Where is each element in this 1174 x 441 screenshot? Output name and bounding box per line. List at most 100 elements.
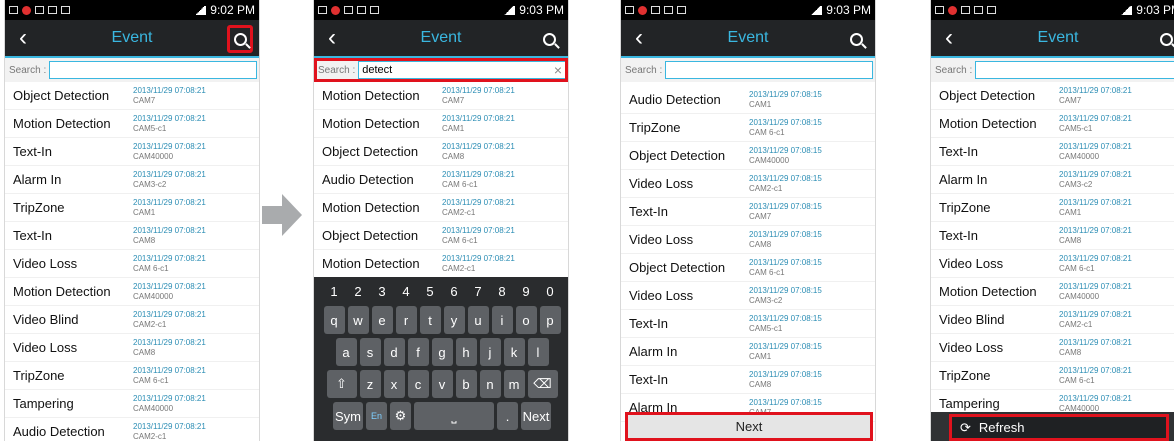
- event-row[interactable]: Video Loss 2013/11/29 07:08:21 CAM 6-c1: [931, 250, 1174, 278]
- search-input[interactable]: [358, 61, 568, 79]
- event-row[interactable]: Motion Detection 2013/11/29 07:08:21 CAM5-…: [5, 110, 259, 138]
- sym-key[interactable]: Sym: [333, 402, 363, 430]
- back-icon[interactable]: ‹: [11, 24, 35, 52]
- event-row[interactable]: Audio Detection 2013/11/29 07:08:21 CAM2-c…: [5, 418, 259, 441]
- key-4[interactable]: 4: [396, 280, 417, 302]
- period-key[interactable]: .: [497, 402, 518, 430]
- key-z[interactable]: z: [359, 370, 381, 398]
- event-row[interactable]: Motion Detection 2013/11/29 07:08:21 CAM1: [314, 110, 568, 138]
- key-u[interactable]: u: [467, 306, 489, 334]
- key-s[interactable]: s: [359, 338, 381, 366]
- shift-key[interactable]: ⇧: [326, 370, 357, 398]
- event-row[interactable]: Motion Detection 2013/11/29 07:08:21 CAM40…: [5, 278, 259, 306]
- event-row[interactable]: Object Detection 2013/11/29 07:08:21 CAM8: [314, 138, 568, 166]
- event-row[interactable]: Object Detection 2013/11/29 07:08:15 CAM 6…: [621, 254, 875, 282]
- key-y[interactable]: y: [443, 306, 465, 334]
- key-2[interactable]: 2: [348, 280, 369, 302]
- key-f[interactable]: f: [407, 338, 429, 366]
- event-row[interactable]: TripZone 2013/11/29 07:08:21 CAM1: [931, 194, 1174, 222]
- next-button[interactable]: Next: [625, 412, 873, 441]
- backspace-key[interactable]: ⌫: [527, 370, 558, 398]
- event-row[interactable]: Text-In 2013/11/29 07:08:21 CAM40000: [931, 138, 1174, 166]
- event-row[interactable]: Alarm In 2013/11/29 07:08:15 CAM1: [621, 338, 875, 366]
- key-e[interactable]: e: [371, 306, 393, 334]
- key-c[interactable]: c: [407, 370, 429, 398]
- event-row[interactable]: Alarm In 2013/11/29 07:08:21 CAM3-c2: [931, 166, 1174, 194]
- key-o[interactable]: o: [515, 306, 537, 334]
- key-1[interactable]: 1: [324, 280, 345, 302]
- search-input[interactable]: [49, 61, 257, 79]
- key-3[interactable]: 3: [372, 280, 393, 302]
- event-row[interactable]: Text-In 2013/11/29 07:08:15 CAM5-c1: [621, 310, 875, 338]
- search-button[interactable]: [1153, 25, 1174, 53]
- search-input[interactable]: [975, 61, 1174, 79]
- key-m[interactable]: m: [503, 370, 525, 398]
- key-9[interactable]: 9: [516, 280, 537, 302]
- event-row[interactable]: Motion Detection 2013/11/29 07:08:21 CAM40…: [931, 278, 1174, 306]
- next-key[interactable]: Next: [521, 402, 551, 430]
- event-row[interactable]: Video Loss 2013/11/29 07:08:21 CAM8: [931, 334, 1174, 362]
- search-button[interactable]: [227, 25, 253, 53]
- event-row[interactable]: Video Loss 2013/11/29 07:08:15 CAM3-c2: [621, 282, 875, 310]
- event-row[interactable]: Video Loss 2013/11/29 07:08:21 CAM 6-c1: [5, 250, 259, 278]
- search-button[interactable]: [536, 25, 562, 53]
- event-row[interactable]: Object Detection 2013/11/29 07:08:15 CAM40…: [621, 142, 875, 170]
- event-row[interactable]: Text-In 2013/11/29 07:08:15 CAM7: [621, 198, 875, 226]
- event-row[interactable]: Text-In 2013/11/29 07:08:21 CAM40000: [5, 138, 259, 166]
- key-h[interactable]: h: [455, 338, 477, 366]
- key-l[interactable]: l: [527, 338, 549, 366]
- language-key[interactable]: En: [366, 402, 387, 430]
- event-row[interactable]: Video Loss 2013/11/29 07:08:21 CAM8: [5, 334, 259, 362]
- event-row[interactable]: Audio Detection 2013/11/29 07:08:15 CAM1: [621, 86, 875, 114]
- key-x[interactable]: x: [383, 370, 405, 398]
- key-0[interactable]: 0: [540, 280, 561, 302]
- event-row[interactable]: Object Detection 2013/11/29 07:08:21 CAM 6…: [314, 222, 568, 250]
- event-row[interactable]: Text-In 2013/11/29 07:08:21 CAM8: [5, 222, 259, 250]
- key-j[interactable]: j: [479, 338, 501, 366]
- key-8[interactable]: 8: [492, 280, 513, 302]
- key-n[interactable]: n: [479, 370, 501, 398]
- event-row[interactable]: Motion Detection 2013/11/29 07:08:21 CAM2-…: [314, 194, 568, 222]
- back-icon[interactable]: ‹: [627, 24, 651, 52]
- event-row[interactable]: Alarm In 2013/11/29 07:08:21 CAM3-c2: [5, 166, 259, 194]
- settings-key[interactable]: ⚙: [390, 402, 411, 430]
- event-row[interactable]: Motion Detection 2013/11/29 07:08:21 CAM5-…: [931, 110, 1174, 138]
- key-r[interactable]: r: [395, 306, 417, 334]
- key-6[interactable]: 6: [444, 280, 465, 302]
- key-b[interactable]: b: [455, 370, 477, 398]
- back-icon[interactable]: ‹: [937, 24, 961, 52]
- clear-icon[interactable]: ×: [550, 62, 566, 78]
- event-row[interactable]: Motion Detection 2013/11/29 07:08:21 CAM7: [314, 82, 568, 110]
- key-d[interactable]: d: [383, 338, 405, 366]
- key-w[interactable]: w: [347, 306, 369, 334]
- key-i[interactable]: i: [491, 306, 513, 334]
- event-row[interactable]: TripZone 2013/11/29 07:08:15 CAM 6-c1: [621, 114, 875, 142]
- key-t[interactable]: t: [419, 306, 441, 334]
- space-key[interactable]: ⎵: [414, 402, 494, 430]
- key-p[interactable]: p: [539, 306, 561, 334]
- event-row[interactable]: Text-In 2013/11/29 07:08:21 CAM8: [931, 222, 1174, 250]
- event-row[interactable]: Video Blind 2013/11/29 07:08:21 CAM2-c1: [5, 306, 259, 334]
- event-row[interactable]: Video Loss 2013/11/29 07:08:15 CAM8: [621, 226, 875, 254]
- key-7[interactable]: 7: [468, 280, 489, 302]
- event-row[interactable]: Motion Detection 2013/11/29 07:08:21 CAM2-…: [314, 250, 568, 278]
- event-row[interactable]: TripZone 2013/11/29 07:08:21 CAM 6-c1: [5, 362, 259, 390]
- event-row[interactable]: Object Detection 2013/11/29 07:08:21 CAM7: [5, 82, 259, 110]
- key-a[interactable]: a: [335, 338, 357, 366]
- event-row[interactable]: Object Detection 2013/11/29 07:08:21 CAM7: [931, 82, 1174, 110]
- key-k[interactable]: k: [503, 338, 525, 366]
- search-input[interactable]: [665, 61, 873, 79]
- back-icon[interactable]: ‹: [320, 24, 344, 52]
- event-row[interactable]: TripZone 2013/11/29 07:08:21 CAM 6-c1: [931, 362, 1174, 390]
- event-row[interactable]: Text-In 2013/11/29 07:08:15 CAM8: [621, 366, 875, 394]
- search-button[interactable]: [843, 25, 869, 53]
- key-q[interactable]: q: [323, 306, 345, 334]
- event-row[interactable]: Tampering 2013/11/29 07:08:21 CAM40000: [5, 390, 259, 418]
- event-row[interactable]: Video Blind 2013/11/29 07:08:21 CAM2-c1: [931, 306, 1174, 334]
- event-row[interactable]: Video Loss 2013/11/29 07:08:15 CAM2-c1: [621, 170, 875, 198]
- refresh-menu-item[interactable]: ⟳ Refresh: [949, 414, 1169, 441]
- event-row[interactable]: TripZone 2013/11/29 07:08:21 CAM1: [5, 194, 259, 222]
- key-g[interactable]: g: [431, 338, 453, 366]
- key-5[interactable]: 5: [420, 280, 441, 302]
- key-v[interactable]: v: [431, 370, 453, 398]
